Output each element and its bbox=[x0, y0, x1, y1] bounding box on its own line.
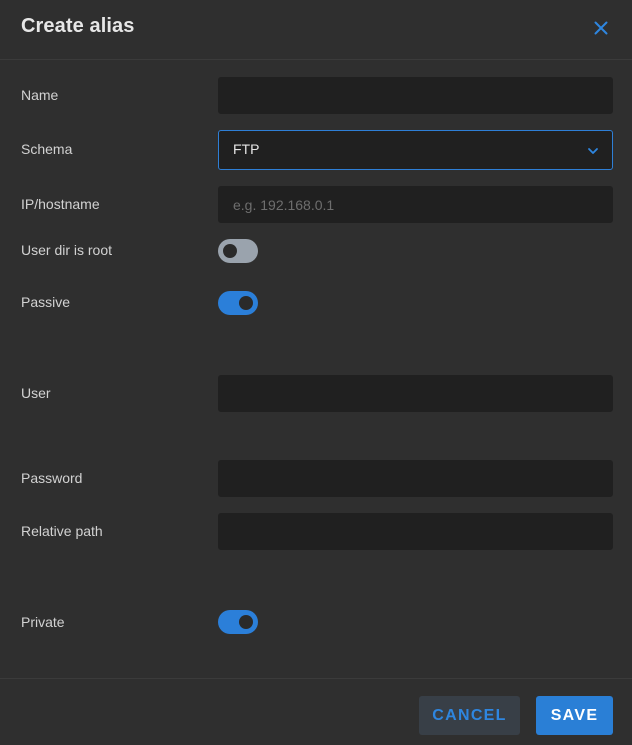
schema-label: Schema bbox=[21, 141, 73, 157]
dialog-footer: CANCEL SAVE bbox=[0, 678, 632, 745]
private-label: Private bbox=[21, 614, 65, 630]
relative-path-input[interactable] bbox=[218, 513, 613, 550]
name-input[interactable] bbox=[218, 77, 613, 114]
schema-select[interactable]: FTP bbox=[218, 130, 613, 170]
chevron-down-icon bbox=[588, 148, 598, 154]
dialog-header: Create alias bbox=[0, 0, 632, 60]
passive-label: Passive bbox=[21, 294, 71, 310]
relative-path-label: Relative path bbox=[21, 523, 103, 539]
password-input[interactable] bbox=[218, 460, 613, 497]
cancel-button[interactable]: CANCEL bbox=[419, 696, 520, 735]
name-label: Name bbox=[21, 87, 59, 103]
create-alias-dialog: Create alias Name Schema FTP IP/hostname… bbox=[0, 0, 632, 745]
passive-toggle[interactable] bbox=[218, 291, 258, 315]
user-input[interactable] bbox=[218, 375, 613, 412]
user-dir-root-label: User dir is root bbox=[21, 242, 113, 258]
private-toggle[interactable] bbox=[218, 610, 258, 634]
toggle-knob bbox=[239, 615, 253, 629]
user-label: User bbox=[21, 385, 51, 401]
close-icon bbox=[594, 21, 608, 35]
hostname-input[interactable] bbox=[218, 186, 613, 223]
schema-selected-value: FTP bbox=[233, 141, 260, 157]
close-button[interactable] bbox=[588, 15, 614, 41]
save-button[interactable]: SAVE bbox=[536, 696, 613, 735]
toggle-knob bbox=[223, 244, 237, 258]
toggle-knob bbox=[239, 296, 253, 310]
user-dir-root-toggle[interactable] bbox=[218, 239, 258, 263]
hostname-label: IP/hostname bbox=[21, 196, 100, 212]
password-label: Password bbox=[21, 470, 83, 486]
dialog-title: Create alias bbox=[21, 15, 135, 37]
